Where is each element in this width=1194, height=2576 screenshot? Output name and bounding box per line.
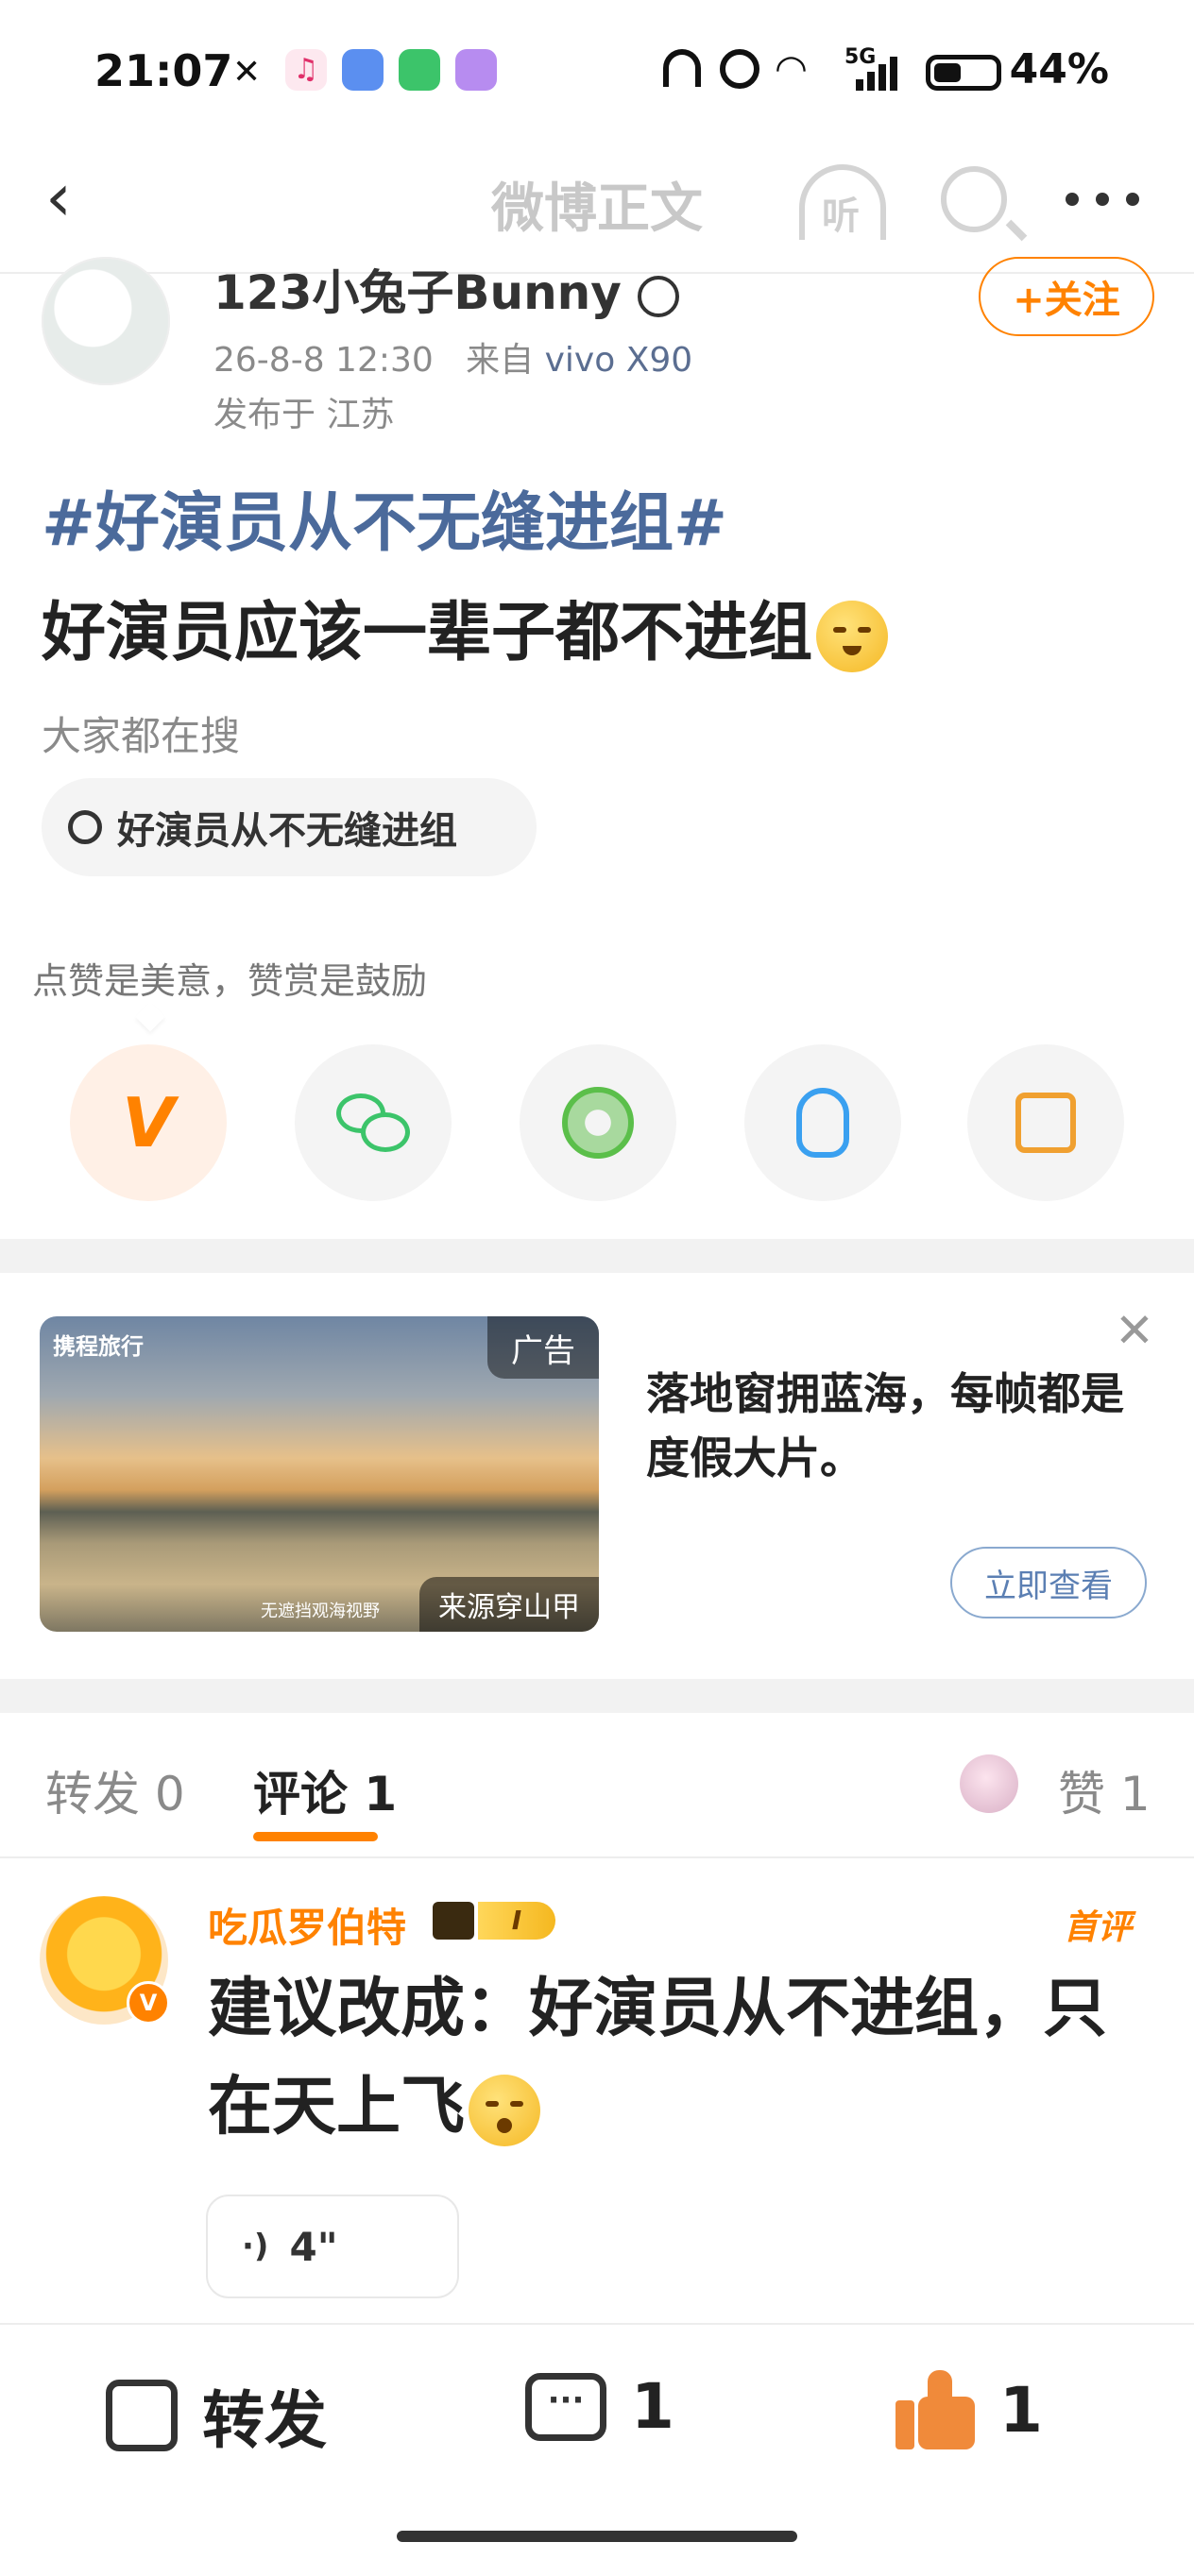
wechat-status-icon — [399, 49, 440, 91]
section-separator — [0, 1679, 1194, 1713]
message-app-icon — [342, 49, 384, 91]
battery-icon — [926, 55, 1001, 91]
comment-bubble-icon: ··· — [525, 2372, 606, 2441]
follow-button[interactable]: +关注 — [979, 257, 1154, 336]
headphone-icon — [663, 49, 701, 87]
voice-wave-icon: ·) — [242, 2228, 269, 2265]
alarm-icon — [720, 49, 759, 89]
shy-face-emoji-icon — [816, 601, 889, 673]
save-image-button[interactable] — [967, 1044, 1124, 1201]
tab-repost[interactable]: 转发 0 — [45, 1756, 185, 1824]
post-text: 好演员应该一辈子都不进组 — [42, 580, 889, 673]
repost-button[interactable]: 转发 — [106, 2370, 327, 2461]
section-separator — [0, 1239, 1194, 1273]
chat-app-icon — [455, 49, 497, 91]
tooltip-pointer — [135, 1002, 165, 1032]
ad-image-caption: 无遮挡观海视野 — [261, 1602, 380, 1621]
listen-icon-glyph: 听 — [822, 195, 860, 238]
tabs-divider — [0, 1856, 1194, 1858]
status-time: 21:07 — [94, 45, 233, 96]
verified-badge-icon: V — [127, 1981, 170, 2025]
tab-comment[interactable]: 评论 1 — [253, 1756, 397, 1824]
more-button[interactable] — [1066, 193, 1141, 206]
post-meta: 26-8-8 12:30 来自 vivo X90 — [213, 341, 693, 380]
ad-text[interactable]: 落地窗拥蓝海，每帧都是度假大片。 — [646, 1362, 1156, 1490]
author-name[interactable]: 123小兔子Bunny — [213, 255, 680, 323]
thumbs-up-icon — [896, 2370, 975, 2449]
music-app-icon: ♫ — [285, 49, 327, 91]
listen-button[interactable]: 听 — [799, 164, 886, 240]
ad-source: 来源穿山甲 — [419, 1577, 599, 1632]
qq-icon — [796, 1088, 849, 1158]
commenter-name[interactable]: 吃瓜罗伯特 — [208, 1896, 406, 1954]
liker-avatar[interactable] — [960, 1754, 1018, 1813]
v-plus-reward-button[interactable]: V — [70, 1044, 227, 1201]
comment-text: 建议改成：好演员从不进组，只在天上飞 — [208, 1960, 1143, 2157]
voice-message-button[interactable]: ·) 4" — [206, 2195, 459, 2298]
home-indicator[interactable] — [397, 2531, 797, 2542]
moments-icon — [562, 1087, 634, 1159]
share-wechat-button[interactable] — [295, 1044, 452, 1201]
panda-emoji-icon — [638, 275, 680, 317]
comment-button[interactable]: ··· 1 — [525, 2370, 674, 2443]
search-icon — [68, 810, 102, 844]
more-icon — [1066, 193, 1079, 206]
source-device[interactable]: vivo X90 — [545, 341, 693, 380]
tab-like[interactable]: 赞 1 — [1058, 1756, 1151, 1824]
share-moments-button[interactable] — [520, 1044, 676, 1201]
v-plus-icon: V — [122, 1083, 175, 1162]
signal-icon — [856, 55, 905, 91]
post-hashtag[interactable]: #好演员从不无缝进组# — [42, 470, 727, 564]
share-qq-button[interactable] — [744, 1044, 901, 1201]
vip-level-badge: I — [433, 1900, 555, 1941]
ad-close-icon[interactable]: ✕ — [1115, 1303, 1154, 1358]
ad-brand-logo: 携程旅行 — [53, 1333, 144, 1360]
first-comment-badge: 首评 — [1064, 1908, 1133, 1947]
bottom-bar-divider — [0, 2323, 1194, 2325]
ad-view-button[interactable]: 立即查看 — [950, 1547, 1147, 1618]
missed-call-icon: ✕ — [232, 53, 262, 92]
encourage-text: 点赞是美意，赞赏是鼓励 — [32, 960, 428, 1002]
trending-label: 大家都在搜 — [42, 713, 241, 759]
post-location: 发布于 江苏 — [213, 396, 395, 434]
ad-badge: 广告 — [487, 1316, 599, 1379]
author-avatar[interactable] — [42, 257, 170, 385]
crown-icon — [433, 1902, 474, 1940]
wechat-icon — [336, 1093, 410, 1152]
battery-percent: 44% — [1009, 45, 1109, 93]
search-button[interactable] — [941, 166, 1028, 242]
shocked-face-emoji-icon — [469, 2075, 541, 2147]
wifi-icon: ◠ — [775, 47, 808, 91]
share-arrow-icon — [106, 2380, 178, 2451]
like-button[interactable]: 1 — [896, 2370, 1043, 2449]
active-tab-indicator — [253, 1832, 378, 1841]
save-image-icon — [1015, 1093, 1076, 1153]
trending-search-pill[interactable]: 好演员从不无缝进组 — [42, 778, 537, 876]
